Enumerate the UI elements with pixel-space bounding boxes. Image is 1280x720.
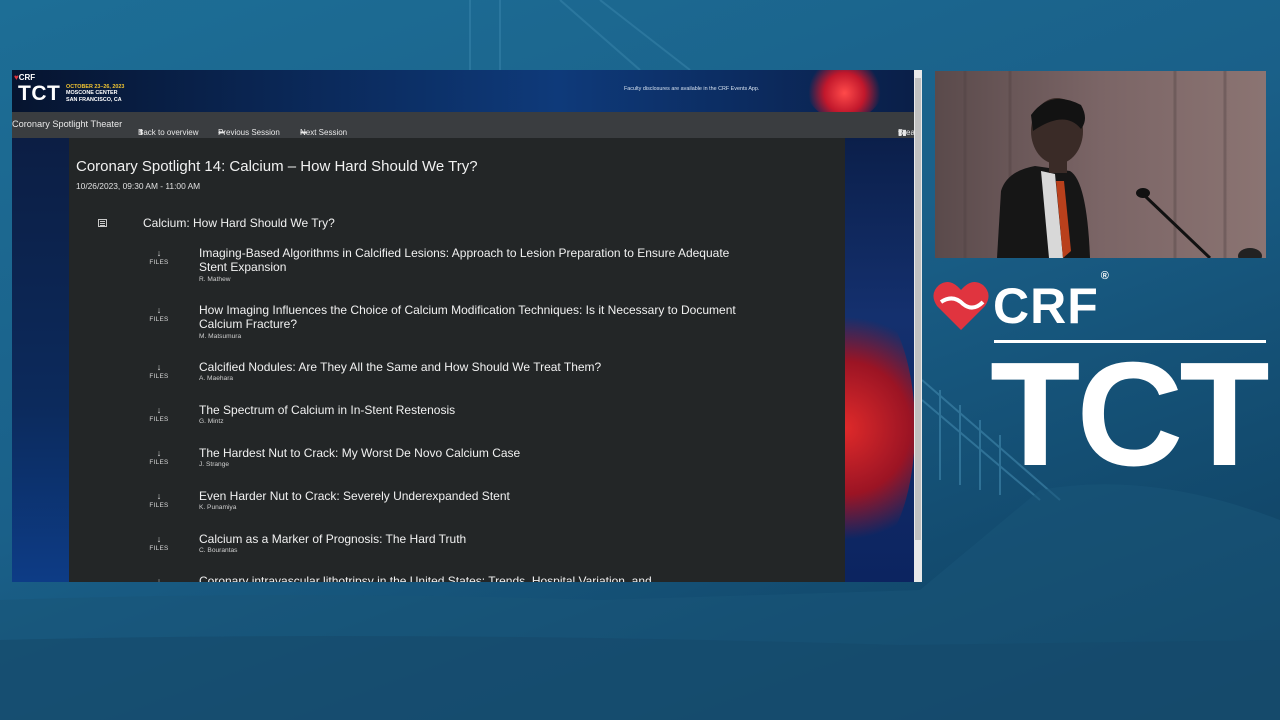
nav-next-label: Next Session xyxy=(300,128,348,137)
talk-title[interactable]: How Imaging Influences the Choice of Cal… xyxy=(199,303,759,331)
conference-banner: ♥CRF TCT OCTOBER 23–26, 2023 MOSCONE CEN… xyxy=(12,70,922,112)
banner-tct-logo: TCT xyxy=(18,82,61,105)
shared-screen: ♥CRF TCT OCTOBER 23–26, 2023 MOSCONE CEN… xyxy=(12,70,922,582)
download-icon: ↓ xyxy=(156,248,162,258)
files-label: FILES xyxy=(149,416,169,423)
banner-heart-graphic xyxy=(807,70,882,112)
talk-speaker: C. Bourantas xyxy=(199,547,238,554)
talk-speaker: A. Maehara xyxy=(199,375,234,382)
banner-crf-text: CRF xyxy=(18,73,36,82)
banner-event-info: OCTOBER 23–26, 2023 MOSCONE CENTER SAN F… xyxy=(66,84,124,103)
banner-crf-logo: ♥CRF xyxy=(14,73,35,82)
banner-venue: MOSCONE CENTER xyxy=(66,90,118,97)
talk-speaker: J. Strange xyxy=(199,461,230,468)
list-icon xyxy=(98,219,107,227)
talk-title[interactable]: Coronary intravascular lithotripsy in th… xyxy=(199,574,759,582)
nav-back-label: Back to overview xyxy=(138,128,199,137)
tct-logo-text: TCT xyxy=(990,332,1270,497)
download-files-button[interactable]: ↓ FILES xyxy=(144,534,174,553)
banner-disclosure: Faculty disclosures are available in the… xyxy=(624,86,760,92)
session-title: Coronary Spotlight 14: Calcium – How Har… xyxy=(76,158,478,175)
download-icon: ↓ xyxy=(156,491,162,501)
speaker-video xyxy=(935,71,1266,258)
speaker-silhouette xyxy=(935,71,1266,258)
section-title: Calcium: How Hard Should We Try? xyxy=(143,216,335,230)
session-content: Coronary Spotlight 14: Calcium – How Har… xyxy=(69,138,845,582)
download-files-button[interactable]: ↓ xyxy=(144,576,174,583)
crf-logo-text: CRF® xyxy=(993,270,1110,335)
files-label: FILES xyxy=(149,316,169,323)
download-files-button[interactable]: ↓ FILES xyxy=(144,491,174,510)
right-decor-strip xyxy=(845,138,914,582)
files-label: FILES xyxy=(149,545,169,552)
download-icon: ↓ xyxy=(156,362,162,372)
download-files-button[interactable]: ↓ FILES xyxy=(144,405,174,424)
download-files-button[interactable]: ↓ FILES xyxy=(144,248,174,267)
talk-speaker: R. Mathew xyxy=(199,276,231,283)
download-files-button[interactable]: ↓ FILES xyxy=(144,448,174,467)
talk-speaker: K. Punamiya xyxy=(199,504,237,511)
download-files-button[interactable]: ↓ FILES xyxy=(144,305,174,324)
talk-speaker: M. Matsumura xyxy=(199,333,242,340)
download-icon: ↓ xyxy=(156,448,162,458)
session-navbar: Coronary Spotlight Theater ⬆ Back to ove… xyxy=(12,112,922,138)
crf-heart-icon xyxy=(933,281,989,330)
talk-speaker: G. Mintz xyxy=(199,418,224,425)
nav-previous-label: Previous Session xyxy=(218,128,280,137)
caret-down-icon: ▾ xyxy=(898,128,903,137)
files-label: FILES xyxy=(149,259,169,266)
download-icon: ↓ xyxy=(156,576,162,583)
files-label: FILES xyxy=(149,502,169,509)
download-files-button[interactable]: ↓ FILES xyxy=(144,362,174,381)
left-decor-strip xyxy=(12,138,69,582)
files-label: FILES xyxy=(149,459,169,466)
download-icon: ↓ xyxy=(156,305,162,315)
nav-theater-link[interactable]: Coronary Spotlight Theater xyxy=(12,119,122,129)
session-time: 10/26/2023, 09:30 AM - 11:00 AM xyxy=(76,181,201,191)
talk-title[interactable]: Even Harder Nut to Crack: Severely Under… xyxy=(199,489,759,503)
download-icon: ↓ xyxy=(156,534,162,544)
talk-title[interactable]: Imaging-Based Algorithms in Calcified Le… xyxy=(199,246,759,274)
talk-title[interactable]: Calcified Nodules: Are They All the Same… xyxy=(199,360,759,374)
banner-city: SAN FRANCISCO, CA xyxy=(66,96,122,103)
download-icon: ↓ xyxy=(156,405,162,415)
talk-title[interactable]: The Spectrum of Calcium in In-Stent Rest… xyxy=(199,403,759,417)
talk-title[interactable]: Calcium as a Marker of Prognosis: The Ha… xyxy=(199,532,759,546)
registered-mark: ® xyxy=(1100,270,1110,283)
page-scrollbar[interactable] xyxy=(914,70,922,582)
heart-graphic xyxy=(845,298,914,558)
files-label: FILES xyxy=(149,373,169,380)
talk-title[interactable]: The Hardest Nut to Crack: My Worst De No… xyxy=(199,446,759,460)
crf-logo-label: CRF xyxy=(993,278,1099,334)
arrow-right-icon: ➡ xyxy=(300,128,307,137)
scrollbar-thumb[interactable] xyxy=(915,78,921,540)
